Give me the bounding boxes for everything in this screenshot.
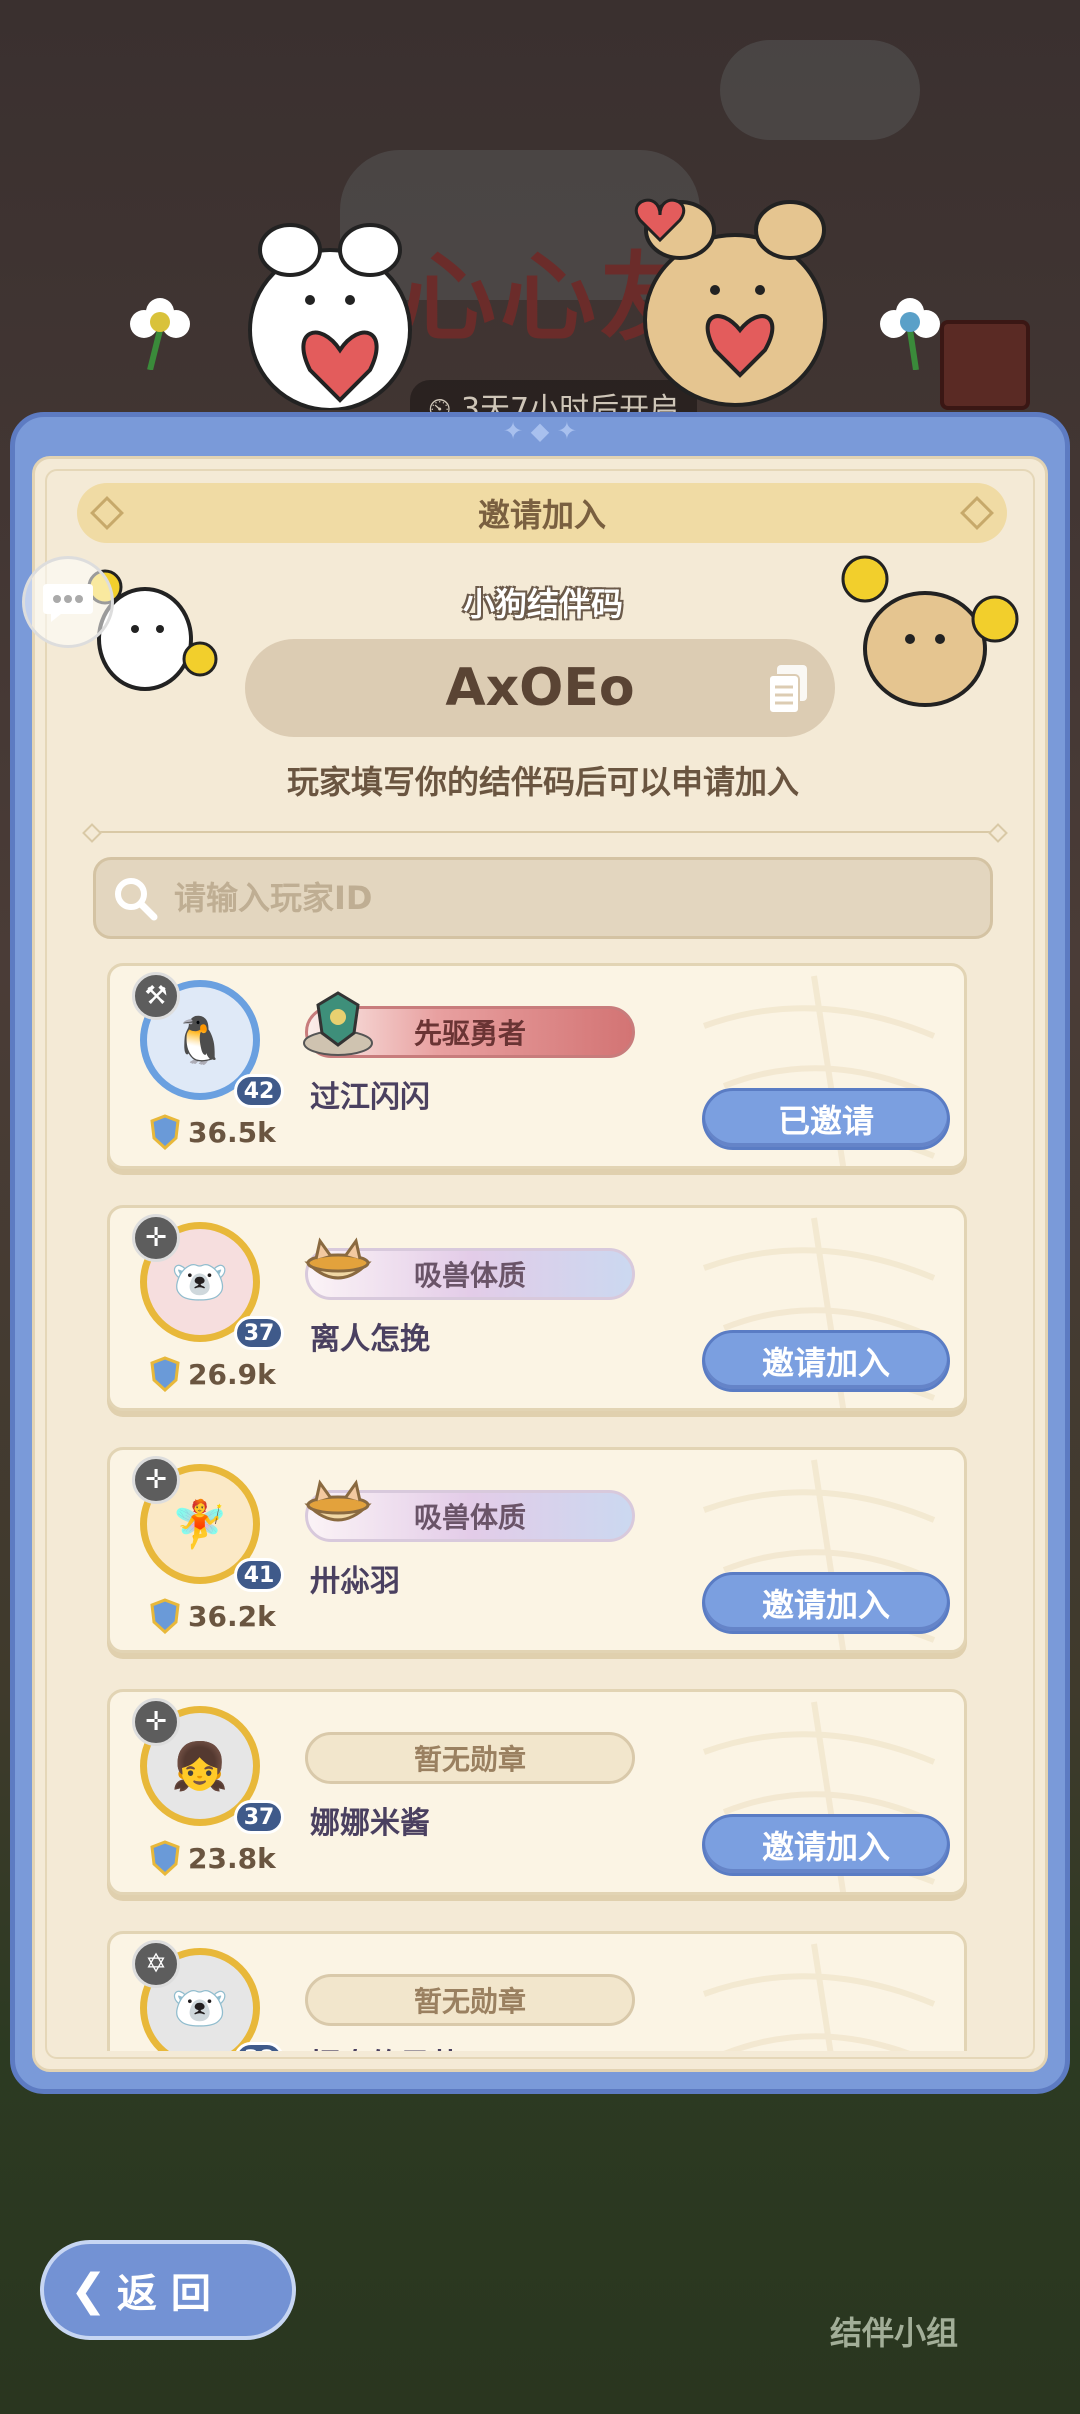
buddy-group-label: 结伴小组: [830, 2314, 959, 2352]
player-avatar[interactable]: 👧 ✛ 37: [132, 1698, 284, 1846]
medal-badge[interactable]: 先驱勇者: [303, 991, 635, 1058]
player-name: 娜娜米酱: [310, 1806, 430, 1841]
player-avatar[interactable]: 🧚 ✛ 41: [132, 1456, 284, 1604]
gift-box-icon: [940, 320, 1030, 410]
back-button[interactable]: ❮ 返回: [40, 2240, 296, 2340]
player-avatar[interactable]: 🐻‍❄️ ✛ 37: [132, 1214, 284, 1362]
pet-bowl-icon: [304, 1479, 372, 1522]
medal-name: 吸兽体质: [413, 1259, 526, 1292]
copy-icon[interactable]: [765, 663, 811, 715]
power-value: 23.8k: [188, 1841, 276, 1875]
invited-button[interactable]: 已邀请: [702, 1088, 950, 1150]
tan-dog-holding-heart: [634, 198, 827, 407]
invite-button[interactable]: 邀请加入: [702, 1330, 950, 1392]
back-arrow-icon: ❮: [70, 2264, 107, 2316]
power-value: 36.2k: [188, 1599, 276, 1633]
player-id-input[interactable]: [174, 879, 954, 917]
invite-hint: 玩家填写你的结伴码后可以申请加入: [286, 763, 799, 801]
web-pattern-decoration: [702, 1943, 936, 2051]
back-label: 返回: [116, 2271, 225, 2317]
player-name: 振奋的风茉: [310, 2040, 460, 2051]
panel-title: 邀请加入: [477, 496, 606, 534]
shield-icon: [150, 1840, 180, 1876]
diamond-ornament-icon: [960, 496, 994, 530]
player-avatar[interactable]: 🐻‍❄️ ✡ 38: [132, 1940, 284, 2051]
shield-icon: [150, 1356, 180, 1392]
medal-name: 先驱勇者: [413, 1017, 526, 1050]
medal-badge[interactable]: 暂无勋章: [305, 1732, 635, 1784]
player-name: 离人怎挽: [310, 1322, 430, 1357]
level-badge: 37: [234, 1316, 284, 1350]
flower-decoration-left: [130, 298, 190, 370]
medal-name: 吸兽体质: [413, 1501, 526, 1534]
white-dog-holding-heart: [248, 223, 412, 410]
star-role-icon: ✡: [132, 1940, 180, 1988]
panel-ornament: ✦ ◆ ✦: [503, 417, 577, 445]
player-avatar[interactable]: 🐧 ⚒ 42: [132, 972, 284, 1120]
panel-title-bar: 邀请加入: [77, 483, 1007, 543]
level-badge: 38: [234, 2042, 284, 2051]
shield-medal-icon: [303, 991, 373, 1056]
buddy-code-label: 小狗结伴码: [462, 585, 623, 623]
crosshair-role-icon: ✛: [132, 1456, 180, 1504]
medal-name: 暂无勋章: [413, 1985, 526, 2018]
player-card: 🧚 ✛ 41 36.2k 吸兽体质 卅尛羽 邀请加入: [107, 1447, 967, 1653]
divider: [95, 831, 995, 833]
player-card: 🐧 ⚒ 42 36.5k 先驱勇者 过江闪闪 已邀请: [107, 963, 967, 1169]
pet-bowl-icon: [304, 1237, 372, 1280]
medal-badge[interactable]: 吸兽体质: [304, 1237, 635, 1300]
player-name: 过江闪闪: [310, 1080, 430, 1115]
buddy-code-display: AxOEo: [245, 639, 835, 737]
power-rating: 36.2k: [150, 1598, 276, 1634]
level-badge: 37: [234, 1800, 284, 1834]
buddy-code-value: AxOEo: [445, 658, 635, 718]
power-rating: 26.9k: [150, 1356, 276, 1392]
shield-icon: [150, 1114, 180, 1150]
diamond-ornament-icon: [90, 496, 124, 530]
medal-name: 暂无勋章: [413, 1743, 526, 1776]
background-cloud: [720, 40, 920, 140]
invite-panel: 邀请加入 小狗结伴码 AxOEo 玩家填写你的结伴码后可以申请加入 请输入玩家I…: [32, 456, 1048, 2072]
medal-badge[interactable]: 吸兽体质: [304, 1479, 635, 1542]
invite-button[interactable]: 邀请加入: [702, 1814, 950, 1876]
crosshair-role-icon: ✛: [132, 1698, 180, 1746]
invite-button[interactable]: 邀请加入: [702, 1572, 950, 1634]
player-name: 卅尛羽: [310, 1564, 400, 1599]
cheering-tan-dog: [841, 555, 1019, 707]
level-badge: 42: [234, 1074, 284, 1108]
level-badge: 41: [234, 1558, 284, 1592]
chat-icon[interactable]: [22, 556, 114, 648]
player-card: 👧 ✛ 37 23.8k 暂无勋章 娜娜米酱 邀请加入: [107, 1689, 967, 1895]
power-value: 36.5k: [188, 1115, 276, 1149]
player-card: 🐻‍❄️ ✡ 38 暂无勋章 振奋的风茉: [107, 1931, 967, 2051]
wrench-role-icon: ⚒: [132, 972, 180, 1020]
player-list[interactable]: 🐧 ⚒ 42 36.5k 先驱勇者 过江闪闪 已邀请 🐻‍❄️ ✛ 37: [35, 959, 1045, 2051]
medal-badge[interactable]: 暂无勋章: [305, 1974, 635, 2026]
power-rating: 23.8k: [150, 1840, 276, 1876]
crosshair-role-icon: ✛: [132, 1214, 180, 1262]
shield-icon: [150, 1598, 180, 1634]
power-value: 26.9k: [188, 1357, 276, 1391]
power-rating: 36.5k: [150, 1114, 276, 1150]
search-icon: [115, 878, 158, 921]
player-card: 🐻‍❄️ ✛ 37 26.9k 吸兽体质 离人怎挽 邀请加入: [107, 1205, 967, 1411]
flower-decoration-right: [880, 298, 940, 370]
player-search-box: [93, 857, 993, 939]
